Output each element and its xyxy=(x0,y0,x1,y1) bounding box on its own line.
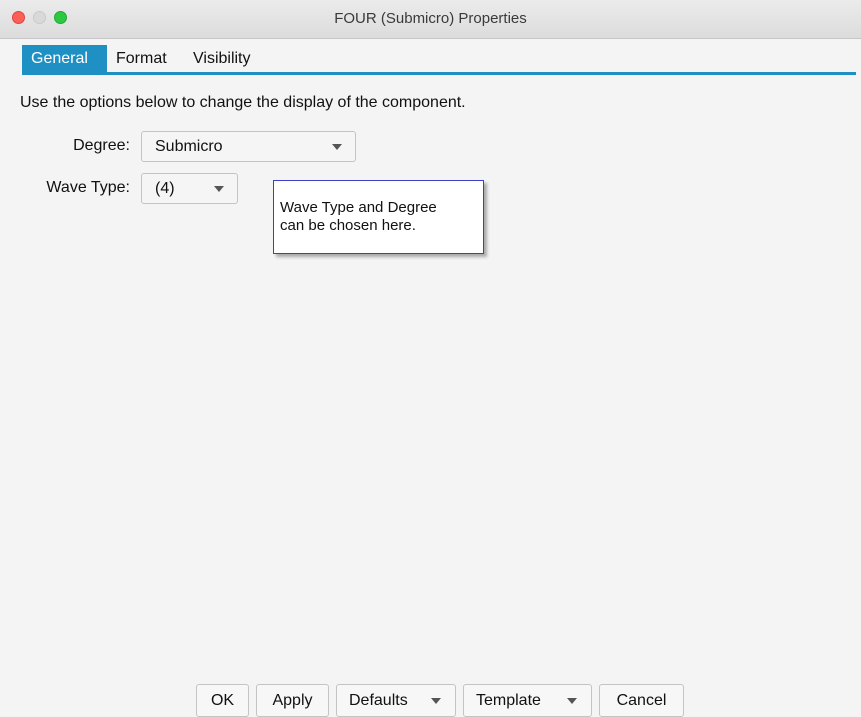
chevron-down-icon xyxy=(431,698,441,704)
ok-button[interactable]: OK xyxy=(196,684,249,717)
degree-select-value: Submicro xyxy=(155,138,223,155)
degree-label: Degree: xyxy=(73,137,130,154)
degree-select[interactable]: Submicro xyxy=(141,131,356,162)
wave-type-select[interactable]: (4) xyxy=(141,173,238,204)
window-title: FOUR (Submicro) Properties xyxy=(334,10,527,27)
wave-type-label: Wave Type: xyxy=(46,179,130,196)
defaults-button-label: Defaults xyxy=(349,692,408,709)
callout-line-1: Wave Type and Degree xyxy=(280,199,437,216)
wave-type-select-value: (4) xyxy=(155,180,175,197)
cancel-button[interactable]: Cancel xyxy=(599,684,684,717)
intro-text: Use the options below to change the disp… xyxy=(20,94,466,111)
chevron-down-icon xyxy=(567,698,577,704)
chevron-down-icon xyxy=(332,144,342,150)
apply-button[interactable]: Apply xyxy=(256,684,329,717)
tab-visibility[interactable]: Visibility xyxy=(184,45,284,72)
defaults-button[interactable]: Defaults xyxy=(336,684,456,717)
title-bar[interactable]: FOUR (Submicro) Properties xyxy=(0,0,861,39)
tab-general[interactable]: General xyxy=(22,45,107,72)
properties-window: FOUR (Submicro) Properties General Forma… xyxy=(0,0,861,717)
chevron-down-icon xyxy=(214,186,224,192)
template-button-label: Template xyxy=(476,692,541,709)
annotation-callout: Wave Type and Degree can be chosen here. xyxy=(273,180,484,254)
template-button[interactable]: Template xyxy=(463,684,592,717)
tab-bar: General Format Visibility xyxy=(22,45,856,75)
callout-line-2: can be chosen here. xyxy=(280,217,416,234)
tab-format[interactable]: Format xyxy=(107,45,184,72)
